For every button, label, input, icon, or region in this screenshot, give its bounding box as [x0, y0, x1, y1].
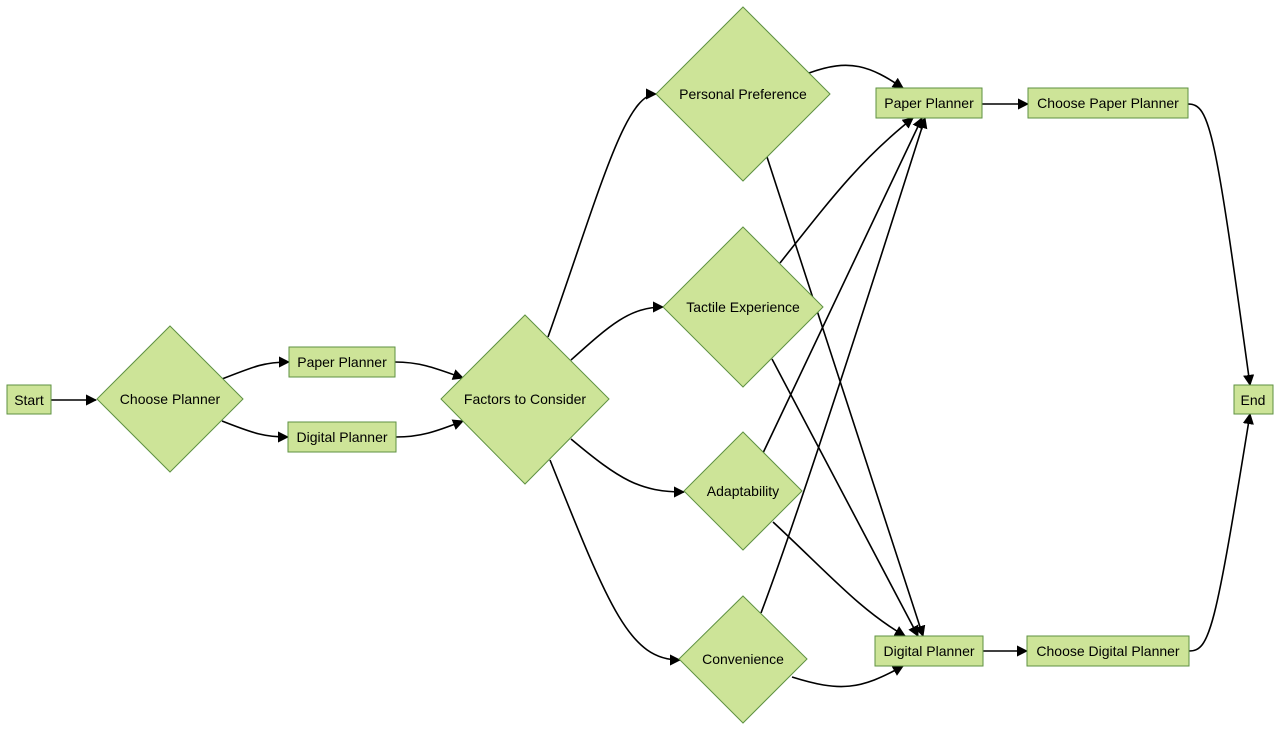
node-label: Digital Planner	[296, 429, 387, 445]
edges	[51, 64, 1255, 688]
node-label: Convenience	[702, 651, 784, 667]
node-choose-digital[interactable]: Choose Digital Planner	[1026, 635, 1190, 667]
node-label: End	[1241, 392, 1266, 408]
node-label: Start	[14, 392, 44, 408]
node-label: Choose Paper Planner	[1037, 95, 1179, 111]
node-digital-planner-1[interactable]: Digital Planner	[287, 421, 397, 453]
edge-digital1-factors	[395, 419, 465, 438]
node-label: Adaptability	[707, 483, 779, 499]
edge-factors-tactile	[570, 301, 665, 361]
node-label: Digital Planner	[883, 643, 974, 659]
edge-choose-paper1	[221, 356, 291, 380]
node-label: Paper Planner	[884, 95, 974, 111]
edge-factors-personal	[547, 88, 658, 338]
node-start[interactable]: Start	[6, 384, 52, 415]
edge-conv-digital2	[791, 665, 904, 688]
node-paper-planner-2[interactable]: Paper Planner	[875, 87, 983, 119]
flowchart: Start Choose Planner Paper Planner Digit…	[6, 6, 1274, 724]
edge-choosedigital-end	[1188, 412, 1254, 652]
node-choose-paper[interactable]: Choose Paper Planner	[1027, 87, 1189, 119]
edge-factors-adapt	[570, 438, 686, 498]
edge-conv-paper2	[760, 116, 928, 614]
node-label: Choose Digital Planner	[1036, 643, 1180, 659]
node-label: Tactile Experience	[686, 299, 800, 315]
node-label: Factors to Consider	[464, 391, 586, 407]
node-tactile-experience[interactable]: Tactile Experience	[662, 226, 824, 388]
node-choose-planner[interactable]: Choose Planner	[96, 325, 244, 473]
edge-personal-paper2	[808, 64, 904, 89]
node-factors[interactable]: Factors to Consider	[440, 314, 610, 485]
edge-paper1-factors	[394, 361, 465, 380]
node-paper-planner-1[interactable]: Paper Planner	[288, 346, 396, 378]
edge-adapt-digital2	[772, 521, 906, 637]
edge-choosepaper-end	[1187, 103, 1255, 387]
edge-tactile-paper2	[779, 117, 914, 264]
node-personal-preference[interactable]: Personal Preference	[655, 6, 831, 182]
edge-choose-digital1	[221, 420, 290, 443]
node-label: Personal Preference	[679, 86, 807, 102]
node-digital-planner-2[interactable]: Digital Planner	[874, 635, 984, 667]
node-end[interactable]: End	[1233, 384, 1274, 415]
node-convenience[interactable]: Convenience	[678, 595, 808, 724]
node-label: Choose Planner	[120, 391, 221, 407]
node-label: Paper Planner	[297, 354, 387, 370]
